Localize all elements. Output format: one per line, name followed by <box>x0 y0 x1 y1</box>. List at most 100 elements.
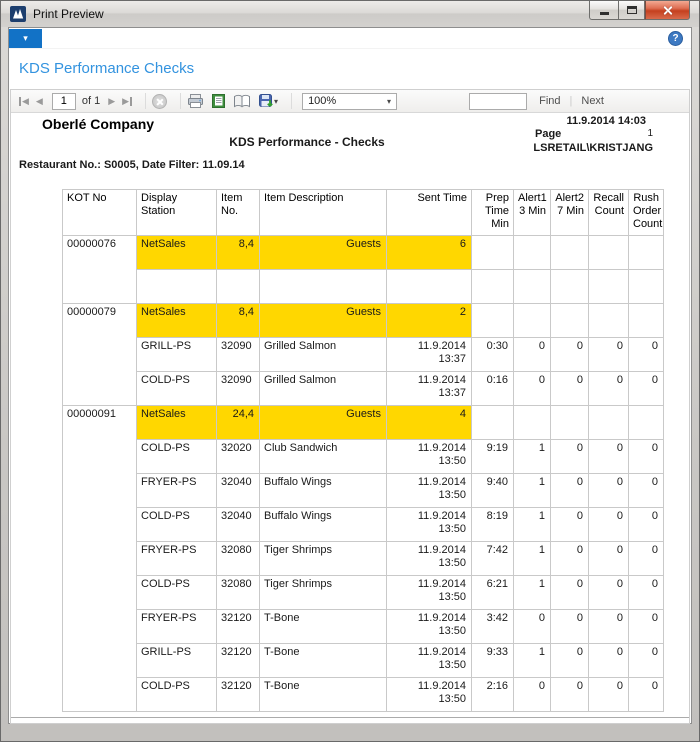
toolbar-separator <box>180 93 181 109</box>
kds-performance-table: KOT NoDisplay StationItem No.Item Descri… <box>62 189 664 712</box>
next-page-button[interactable]: ▶ <box>108 96 115 107</box>
report-page: Oberlé Company 11.9.2014 14:03 Page 1 KD… <box>11 113 689 723</box>
print-layout-button[interactable] <box>211 93 226 109</box>
app-icon <box>10 6 26 22</box>
maximize-button[interactable] <box>618 1 645 20</box>
titlebar[interactable]: Print Preview <box>1 1 699 27</box>
viewer-toolbar: ◀ ◀ of 1 ▶ ▶ <box>11 90 689 113</box>
recall-cell: 0 <box>589 440 629 474</box>
item-row: GRILL-PS32120T-Bone11.9.2014 13:509:3310… <box>63 644 664 678</box>
window-title: Print Preview <box>33 7 104 21</box>
table-header-row: KOT NoDisplay StationItem No.Item Descri… <box>63 190 664 236</box>
item-row: COLD-PS32040Buffalo Wings11.9.2014 13:50… <box>63 508 664 542</box>
prep-cell: 7:42 <box>472 542 514 576</box>
rush-cell: 0 <box>629 610 664 644</box>
sent-cell: 11.9.2014 13:37 <box>387 338 472 372</box>
desc-cell: Tiger Shrimps <box>260 542 387 576</box>
a1-cell <box>514 270 551 304</box>
desc-cell: Guests <box>260 406 387 440</box>
stop-rendering-button[interactable] <box>152 94 167 109</box>
a1-cell: 1 <box>514 474 551 508</box>
sent-cell: 11.9.2014 13:50 <box>387 440 472 474</box>
actions-dropdown-button[interactable]: ▾ <box>9 29 42 48</box>
group-summary-row: 00000079NetSales8,4Guests2 <box>63 304 664 338</box>
recall-cell: 0 <box>589 474 629 508</box>
recall-cell: 0 <box>589 338 629 372</box>
recall-cell <box>589 270 629 304</box>
item-no-cell: 32080 <box>217 576 260 610</box>
item-row: FRYER-PS32040Buffalo Wings11.9.2014 13:5… <box>63 474 664 508</box>
item-no-cell: 32120 <box>217 644 260 678</box>
a1-cell <box>514 304 551 338</box>
prep-cell <box>472 304 514 338</box>
report-title: KDS Performance - Checks <box>11 135 603 149</box>
rush-cell: 0 <box>629 474 664 508</box>
report-datetime: 11.9.2014 14:03 <box>566 115 646 127</box>
first-page-button[interactable]: ◀ <box>19 96 29 107</box>
rush-cell: 0 <box>629 644 664 678</box>
rush-cell: 0 <box>629 372 664 406</box>
item-row: COLD-PS32090Grilled Salmon11.9.2014 13:3… <box>63 372 664 406</box>
window-bottom-frame <box>9 706 691 723</box>
find-next-link[interactable]: Next <box>581 95 604 107</box>
station-cell: FRYER-PS <box>137 542 217 576</box>
a2-cell: 0 <box>551 372 589 406</box>
sent-cell <box>387 270 472 304</box>
a1-cell <box>514 406 551 440</box>
find-next-separator: | <box>570 95 573 107</box>
a1-cell: 1 <box>514 508 551 542</box>
a1-cell: 1 <box>514 576 551 610</box>
a2-cell: 0 <box>551 508 589 542</box>
report-user: LSRETAIL\KRISTJANG <box>533 142 653 154</box>
desc-cell: Buffalo Wings <box>260 474 387 508</box>
last-page-icon <box>130 97 132 106</box>
arrow-right-icon: ▶ <box>122 96 129 107</box>
sent-cell: 11.9.2014 13:50 <box>387 508 472 542</box>
previous-page-button[interactable]: ◀ <box>36 96 43 107</box>
recall-cell: 0 <box>589 542 629 576</box>
station-cell: GRILL-PS <box>137 338 217 372</box>
minimize-button[interactable] <box>589 1 618 20</box>
last-page-button[interactable]: ▶ <box>122 96 132 107</box>
item-no-cell: 32120 <box>217 610 260 644</box>
recall-cell: 0 <box>589 372 629 406</box>
item-row: GRILL-PS32090Grilled Salmon11.9.2014 13:… <box>63 338 664 372</box>
station-cell: COLD-PS <box>137 440 217 474</box>
page-setup-icon <box>233 94 251 109</box>
a2-cell <box>551 236 589 270</box>
item-no-cell: 32090 <box>217 338 260 372</box>
current-page-input[interactable] <box>52 93 76 110</box>
desc-cell <box>260 270 387 304</box>
print-button[interactable] <box>187 93 204 109</box>
close-button[interactable] <box>645 1 690 20</box>
export-dropdown-caret: ▾ <box>274 97 278 106</box>
toolbar-separator <box>291 93 292 109</box>
export-button[interactable]: ▾ <box>258 93 278 109</box>
prep-cell <box>472 270 514 304</box>
find-link[interactable]: Find <box>539 95 560 107</box>
page-setup-button[interactable] <box>233 94 251 109</box>
item-no-cell: 24,4 <box>217 406 260 440</box>
station-cell: FRYER-PS <box>137 474 217 508</box>
station-cell: NetSales <box>137 236 217 270</box>
sent-cell: 6 <box>387 236 472 270</box>
item-no-cell: 32040 <box>217 474 260 508</box>
find-input[interactable] <box>469 93 527 110</box>
group-summary-row: 00000076NetSales8,4Guests6 <box>63 236 664 270</box>
a1-cell: 0 <box>514 338 551 372</box>
item-no-cell: 32090 <box>217 372 260 406</box>
recall-cell: 0 <box>589 610 629 644</box>
item-row: FRYER-PS32080Tiger Shrimps11.9.2014 13:5… <box>63 542 664 576</box>
kot-no-cell: 00000091 <box>63 406 137 712</box>
first-page-icon <box>19 97 21 106</box>
sent-cell: 2 <box>387 304 472 338</box>
rush-cell <box>629 236 664 270</box>
page-number: 1 <box>647 128 653 140</box>
desc-cell: Buffalo Wings <box>260 508 387 542</box>
arrow-left-icon: ◀ <box>22 96 29 107</box>
station-cell: COLD-PS <box>137 508 217 542</box>
toolbar-separator <box>145 93 146 109</box>
zoom-select[interactable]: 100% ▾ <box>302 93 397 110</box>
help-icon[interactable]: ? <box>668 31 683 46</box>
a1-cell: 1 <box>514 644 551 678</box>
